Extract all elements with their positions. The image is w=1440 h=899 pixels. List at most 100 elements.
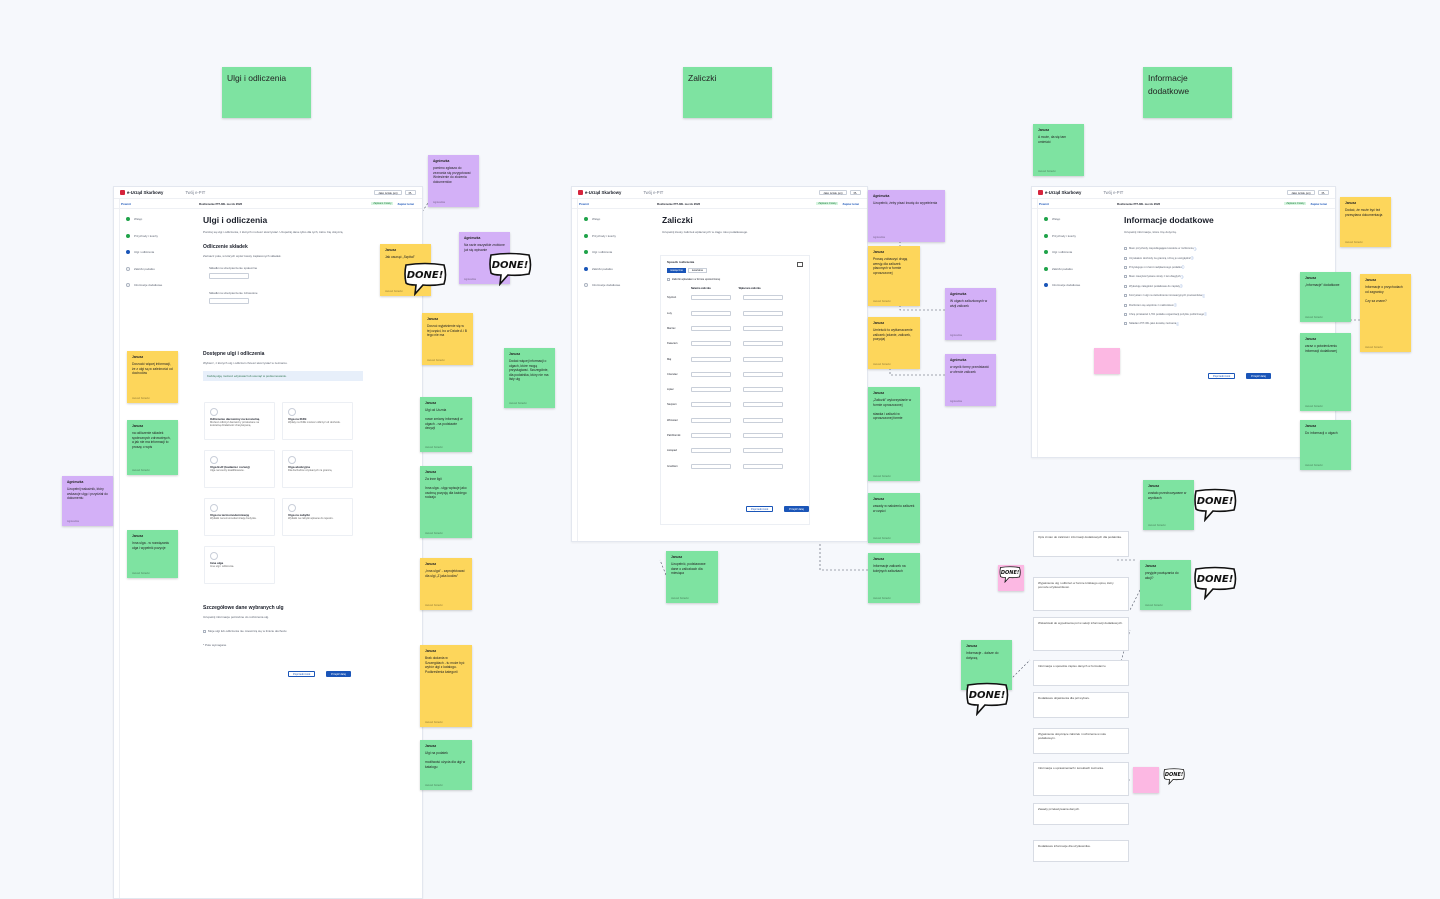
due-advance-input[interactable]: [691, 417, 731, 423]
checkbox[interactable]: [1124, 312, 1127, 316]
option-checkbox-row[interactable]: Składam PIT-36L jako korektę zeznania ⓘ: [1124, 319, 1284, 328]
calendar-icon[interactable]: [797, 262, 803, 267]
due-advance-input[interactable]: [691, 387, 731, 393]
sticky-note-purple[interactable]: Agnieszka pomimo zgłasza do zeznania się …: [428, 155, 479, 207]
done-sticker[interactable]: DONE!: [965, 682, 1009, 716]
checkbox[interactable]: [1124, 322, 1127, 326]
sticky-note-purple[interactable]: Agnieszka Uzupełnić, żeby pisać kwotę do …: [868, 190, 945, 242]
paid-advance-input[interactable]: [743, 341, 783, 347]
info-icon[interactable]: ⓘ: [1180, 284, 1183, 288]
tab-quarterly[interactable]: kwartalne: [687, 268, 708, 273]
paid-advance-input[interactable]: [743, 417, 783, 423]
save-now-link[interactable]: Zapisz teraz: [397, 202, 414, 206]
back-link[interactable]: Powrót: [121, 202, 199, 206]
due-advance-input[interactable]: [691, 356, 731, 362]
relief-card[interactable]: Odliczenie darowizny na kościelną Możesz …: [204, 402, 275, 440]
checkbox[interactable]: [203, 629, 206, 633]
due-advance-input[interactable]: [691, 295, 731, 301]
option-checkbox-row[interactable]: Mam niewykorzystane straty z lat ubiegły…: [1124, 272, 1284, 281]
contrast-select[interactable]: Jako ścisłe (eś): [374, 190, 402, 195]
paid-advance-input[interactable]: [743, 310, 783, 316]
sidebar-item-wstep[interactable]: Wstęp: [584, 211, 654, 228]
option-checkbox-row[interactable]: Przysługuje mi zwrot nadpłaconego podatk…: [1124, 263, 1284, 272]
back-link[interactable]: Powrót: [1039, 202, 1117, 206]
sidebar-item-zaliczki[interactable]: Zaliczki podatku: [584, 261, 654, 278]
sticky-note-yellow[interactable]: Janusz „Inna ulga” - zaprojektować dla ul…: [420, 558, 472, 610]
info-icon[interactable]: ⓘ: [1174, 303, 1177, 307]
info-icon[interactable]: ⓘ: [1182, 265, 1185, 269]
due-advance-input[interactable]: [691, 310, 731, 316]
social-contribution-input[interactable]: [209, 273, 249, 279]
info-icon[interactable]: ⓘ: [1191, 256, 1194, 260]
sticky-note-yellow[interactable]: Janusz Informacje o przychodach od zagran…: [1360, 274, 1411, 352]
due-advance-input[interactable]: [691, 448, 731, 454]
checkbox[interactable]: [1124, 256, 1127, 260]
due-advance-input[interactable]: [691, 371, 731, 377]
checkbox[interactable]: [667, 278, 670, 281]
sticky-note-green[interactable]: Janusz Uzupełnić, podstawowe dane o zalic…: [666, 551, 718, 603]
checkbox[interactable]: [1124, 265, 1127, 269]
done-sticker[interactable]: DONE!: [488, 252, 532, 286]
checkbox[interactable]: [1124, 294, 1127, 298]
sidebar-item-informacje[interactable]: Informacje dodatkowe: [584, 277, 654, 294]
due-advance-input[interactable]: [691, 402, 731, 408]
comment-note[interactable]: Dodatkowe objaśnienia dla pól wyboru.: [1033, 692, 1129, 718]
option-checkbox-row[interactable]: Rozliczam się wspólnie z małżonkiem ⓘ: [1124, 300, 1284, 309]
contrast-select[interactable]: Jako ścisłe (eś): [819, 190, 847, 195]
sticky-note-green[interactable]: Janusz zostało przechowywane w wynikach Ja…: [1143, 480, 1194, 530]
contrast-select[interactable]: Jako ścisłe (eś): [1287, 190, 1315, 195]
sticky-note-pink[interactable]: [1094, 348, 1120, 374]
logo[interactable]: e-Urząd Skarbowy: [578, 190, 621, 195]
sticky-note-yellow[interactable]: Janusz Dorzuć wyjaśnienie się w tej częśc…: [422, 313, 473, 365]
sidebar-item-informacje[interactable]: Informacje dodatkowe: [1044, 277, 1114, 294]
comment-note[interactable]: Dodatkowe informacje dla użytkownika.: [1033, 840, 1129, 862]
sticky-note-green[interactable]: Janusz Informacje zaliczek na kolejnych z…: [868, 553, 920, 603]
done-sticker[interactable]: DONE!: [1193, 488, 1237, 522]
tab-monthly[interactable]: miesięczne: [667, 268, 686, 273]
sidebar-item-przychody[interactable]: Przychody i koszty: [126, 228, 196, 245]
sticky-note-yellow[interactable]: Janusz Dodać, że może być też przesyłana …: [1340, 197, 1391, 247]
sticky-note-green[interactable]: Janusz „Zaliczki” wykorzystanie w formie …: [868, 387, 920, 481]
due-advance-input[interactable]: [691, 463, 731, 469]
relief-card[interactable]: Ulga na termomodernizację Wydatki na term…: [204, 498, 275, 536]
sticky-note-pink[interactable]: [1133, 767, 1159, 793]
done-sticker[interactable]: DONE!: [403, 262, 447, 296]
checkbox[interactable]: [1124, 247, 1127, 251]
option-checkbox-row[interactable]: Wykazuję zaległości podatkowe do zapłaty…: [1124, 282, 1284, 291]
sticky-note-green[interactable]: Janusz Inna ulga - w rozwiązaniu ulga i w…: [127, 530, 178, 578]
info-icon[interactable]: ⓘ: [1194, 247, 1197, 251]
sticky-note-purple[interactable]: Agnieszka w wynik formy przedstawić w ofe…: [945, 354, 996, 406]
sticky-note-purple[interactable]: Agnieszka Uzupełnij wskaźnik, który wskaz…: [62, 476, 113, 526]
relief-card[interactable]: Ulga na zabytki Wydatki na zabytki wpisan…: [282, 498, 353, 536]
limit-checkbox-row[interactable]: Moje ulgi lub odliczenia nie mieszczą si…: [203, 629, 363, 633]
previous-step-button[interactable]: Poprzedni krok: [1208, 373, 1236, 379]
comment-note[interactable]: Wskazówki do wypełnienia pól w sekcji in…: [1033, 617, 1129, 651]
language-select[interactable]: PL: [404, 190, 416, 195]
comment-note[interactable]: Zasady przekazywania danych.: [1033, 803, 1129, 825]
sidebar-item-przychody[interactable]: Przychody i koszty: [584, 228, 654, 245]
checkbox[interactable]: [1124, 275, 1127, 279]
paid-advance-input[interactable]: [743, 371, 783, 377]
paid-advance-input[interactable]: [743, 448, 783, 454]
next-step-button[interactable]: Przejdź dalej: [1246, 373, 1271, 379]
option-checkbox-row[interactable]: Uzyskałem dochody za granicą i chcę je u…: [1124, 253, 1284, 262]
sticky-note-yellow[interactable]: Janusz Dorzucić więcej informacji, że z u…: [127, 351, 178, 403]
info-icon[interactable]: ⓘ: [1202, 294, 1205, 298]
save-now-link[interactable]: Zapisz teraz: [842, 202, 859, 206]
comment-note[interactable]: Wyjaśnienie dotyczące zaliczek i rozlicz…: [1033, 728, 1129, 754]
option-checkbox-row[interactable]: Korzystam z ulgi na zatrudnienie innowac…: [1124, 291, 1284, 300]
sidebar-item-zaliczki[interactable]: Zaliczki podatku: [126, 261, 196, 278]
info-icon[interactable]: ⓘ: [1204, 312, 1207, 316]
sidebar-item-wstep[interactable]: Wstęp: [126, 211, 196, 228]
language-select[interactable]: PL: [849, 190, 861, 195]
next-step-button[interactable]: Przejdź dalej: [326, 671, 351, 677]
relief-card[interactable]: Ulga na IKZE Wpłaty na IKZE możesz odlicz…: [282, 402, 353, 440]
sticky-note-yellow[interactable]: Janusz Proszę zobaczyć drugą wersję dla z…: [868, 246, 920, 306]
sticky-note-yellow[interactable]: Janusz Umieścić to wytłumaczenie zaliczek…: [868, 317, 920, 369]
sidebar-item-przychody[interactable]: Przychody i koszty: [1044, 228, 1114, 245]
paid-advance-input[interactable]: [743, 295, 783, 301]
paid-advance-input[interactable]: [743, 387, 783, 393]
back-link[interactable]: Powrót: [579, 202, 657, 206]
sticky-note-green[interactable]: Janusz zasady w nałożeniu zaliczek w częś…: [868, 493, 920, 543]
paid-advance-input[interactable]: [743, 325, 783, 331]
